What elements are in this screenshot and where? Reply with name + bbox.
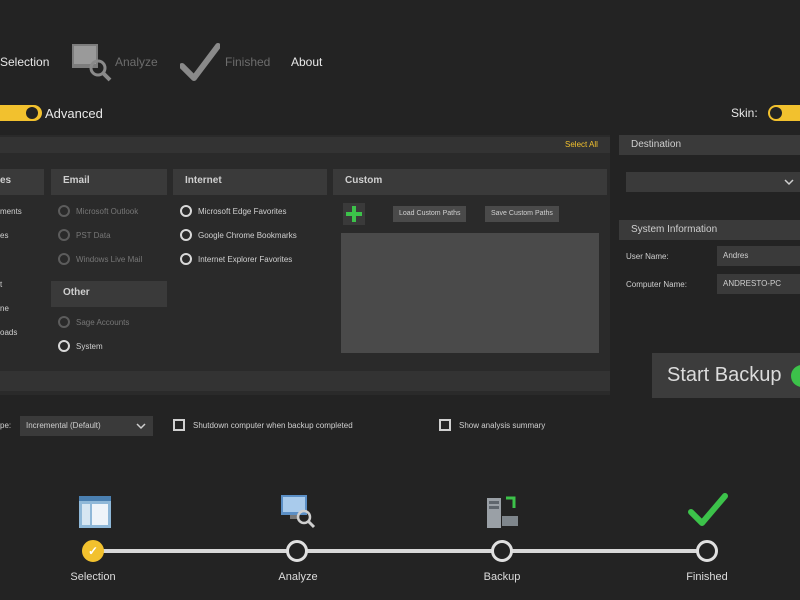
shutdown-checkbox[interactable] xyxy=(173,419,185,431)
column-header-internet: Internet xyxy=(173,169,327,195)
analysis-summary-checkbox[interactable] xyxy=(439,419,451,431)
first-item-5[interactable]: ne xyxy=(0,304,9,313)
custom-paths-list[interactable] xyxy=(341,233,599,353)
selection-header xyxy=(0,137,610,153)
selection-footer xyxy=(0,371,610,391)
user-name-label: User Name: xyxy=(626,252,669,261)
option-chrome-bookmarks[interactable]: Google Chrome Bookmarks xyxy=(180,229,297,241)
first-item-1[interactable]: ments xyxy=(0,207,22,216)
checkmark-icon xyxy=(688,492,728,528)
shutdown-label: Shutdown computer when backup completed xyxy=(193,421,353,430)
start-backup-label: Start Backup xyxy=(667,364,782,386)
advanced-label: Advanced xyxy=(45,106,103,121)
nav-selection[interactable]: Selection xyxy=(0,55,49,69)
window-icon xyxy=(78,495,112,529)
step-analyze-label: Analyze xyxy=(278,571,318,583)
option-microsoft-outlook[interactable]: Microsoft Outlook xyxy=(58,205,138,217)
radio-icon xyxy=(58,229,70,241)
destination-header: Destination xyxy=(619,135,800,155)
step-selection-label: Selection xyxy=(70,571,116,583)
step-backup-label: Backup xyxy=(483,571,521,583)
start-backup-button[interactable]: Start Backup xyxy=(652,353,800,398)
destination-dropdown[interactable] xyxy=(626,172,800,192)
nav-about[interactable]: About xyxy=(291,55,322,69)
option-sage-accounts[interactable]: Sage Accounts xyxy=(58,316,129,328)
step-finished-dot xyxy=(696,540,718,562)
radio-icon xyxy=(58,316,70,328)
chevron-down-icon xyxy=(136,421,146,431)
save-custom-paths-button[interactable]: Save Custom Paths xyxy=(485,206,559,222)
option-ie-favorites[interactable]: Internet Explorer Favorites xyxy=(180,253,292,265)
column-header-other: Other xyxy=(51,281,167,307)
advanced-toggle[interactable] xyxy=(0,105,42,121)
plus-icon xyxy=(346,206,362,222)
column-header-email: Email xyxy=(51,169,167,195)
progress-track xyxy=(95,549,710,553)
computer-name-field[interactable]: ANDRESTO-PC xyxy=(717,274,800,294)
radio-icon xyxy=(58,253,70,265)
user-name-field[interactable]: Andres xyxy=(717,246,800,266)
first-item-6[interactable]: oads xyxy=(0,328,17,337)
add-path-button[interactable] xyxy=(343,203,365,225)
analysis-summary-label: Show analysis summary xyxy=(459,421,546,430)
step-selection-dot: ✓ xyxy=(82,540,104,562)
column-header-first: es xyxy=(0,169,44,195)
backup-type-dropdown[interactable]: Incremental (Default) xyxy=(20,416,153,436)
option-system[interactable]: System xyxy=(58,340,103,352)
step-analyze-dot xyxy=(286,540,308,562)
monitor-magnifier-icon xyxy=(280,493,316,529)
column-header-custom: Custom xyxy=(333,169,607,195)
nav-analyze[interactable]: Analyze xyxy=(115,55,158,69)
play-icon xyxy=(791,364,800,387)
select-all-link[interactable]: Select All xyxy=(565,140,598,149)
option-windows-live-mail[interactable]: Windows Live Mail xyxy=(58,253,142,265)
system-info-header: System Information xyxy=(619,220,800,240)
option-edge-favorites[interactable]: Microsoft Edge Favorites xyxy=(180,205,286,217)
analyze-nav-icon xyxy=(70,42,112,84)
first-item-4[interactable]: t xyxy=(0,280,2,289)
radio-icon xyxy=(58,205,70,217)
option-pst-data[interactable]: PST Data xyxy=(58,229,111,241)
chevron-down-icon xyxy=(784,177,794,187)
nav-finished[interactable]: Finished xyxy=(225,55,270,69)
step-finished-label: Finished xyxy=(686,571,728,583)
computer-name-label: Computer Name: xyxy=(626,280,687,289)
backup-type-label: pe: xyxy=(0,421,12,430)
load-custom-paths-button[interactable]: Load Custom Paths xyxy=(393,206,467,222)
radio-icon xyxy=(180,229,192,241)
checkmark-nav-icon xyxy=(179,42,221,84)
radio-icon xyxy=(180,253,192,265)
first-item-2[interactable]: es xyxy=(0,231,8,240)
server-icon xyxy=(484,494,520,530)
radio-icon xyxy=(58,340,70,352)
step-backup-dot xyxy=(491,540,513,562)
skin-label: Skin: xyxy=(731,106,758,120)
skin-toggle[interactable] xyxy=(768,105,800,121)
top-navigation xyxy=(0,0,800,100)
radio-icon xyxy=(180,205,192,217)
